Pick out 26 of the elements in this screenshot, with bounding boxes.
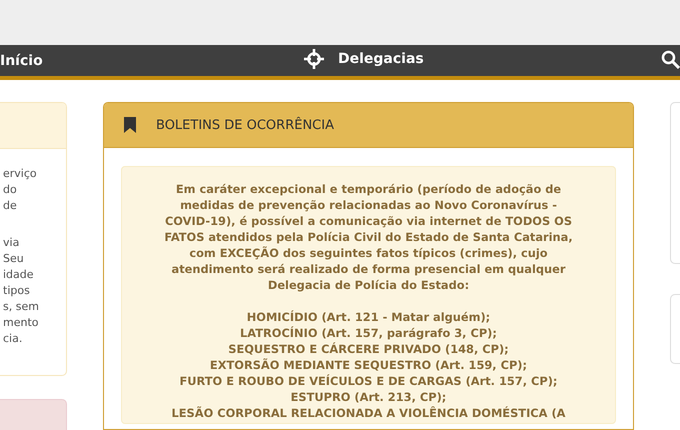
- card-text-line: s, sem: [3, 300, 39, 313]
- crime-item: ESTUPRO (Art. 213, CP);: [290, 389, 448, 405]
- card-text-line: Seu: [3, 252, 24, 265]
- search-icon[interactable]: [661, 50, 680, 69]
- card-background: [670, 294, 680, 364]
- card-text-line: cia.: [3, 332, 22, 345]
- crime-item: LESÃO CORPORAL RELACIONADA A VIOLÊNCIA DOMÉSTICA (A: [170, 405, 566, 421]
- crime-item: SEQUESTRO E CÁRCERE PRIVADO (148, CP);: [227, 341, 510, 357]
- notice-text: Em caráter excepcional e temporário (período de adoção de medidas de prevenção relacionadas ao Novo Coronavírus - COVID-19), é possível a comunicação via internet de TODOS OS FATOS atendidos pela Polícia Civil do Estado de Santa Catarina, com EXCEÇÃO dos seguintes fatos típicos (crimes), cujo atendimento será realizado de forma presencial em qualquer Delegacia de Polícia do Estado:: [163, 181, 574, 293]
- crime-item: HOMICÍDIO (Art. 121 - Matar alguém);: [246, 309, 492, 325]
- card-title: BOLETINS DE OCORRÊNCIA: [156, 118, 334, 132]
- delegacias-link[interactable]: Delegacias: [338, 51, 424, 67]
- home-link[interactable]: Início: [0, 52, 43, 68]
- bookmark-icon: [124, 117, 136, 133]
- card-text-line: idade: [3, 268, 34, 281]
- alert-card-background: [0, 399, 67, 430]
- card-text-line: via: [3, 236, 20, 249]
- card-text-line: do: [3, 183, 17, 196]
- crime-item: EXTORSÃO MEDIANTE SEQUESTRO (Art. 159, CP);: [208, 357, 528, 373]
- crosshair-icon: [304, 49, 324, 69]
- crime-item: FURTO E ROUBO DE VEÍCULOS E DE CARGAS (Art. 157, CP);: [178, 373, 558, 389]
- card-text-line: erviço: [3, 167, 37, 180]
- card-text-line: de: [3, 199, 17, 212]
- card-text-line: tipos: [3, 284, 30, 297]
- crime-item: LATROCÍNIO (Art. 157, parágrafo 3, CP);: [239, 325, 498, 341]
- card-text-line: mento: [3, 316, 38, 329]
